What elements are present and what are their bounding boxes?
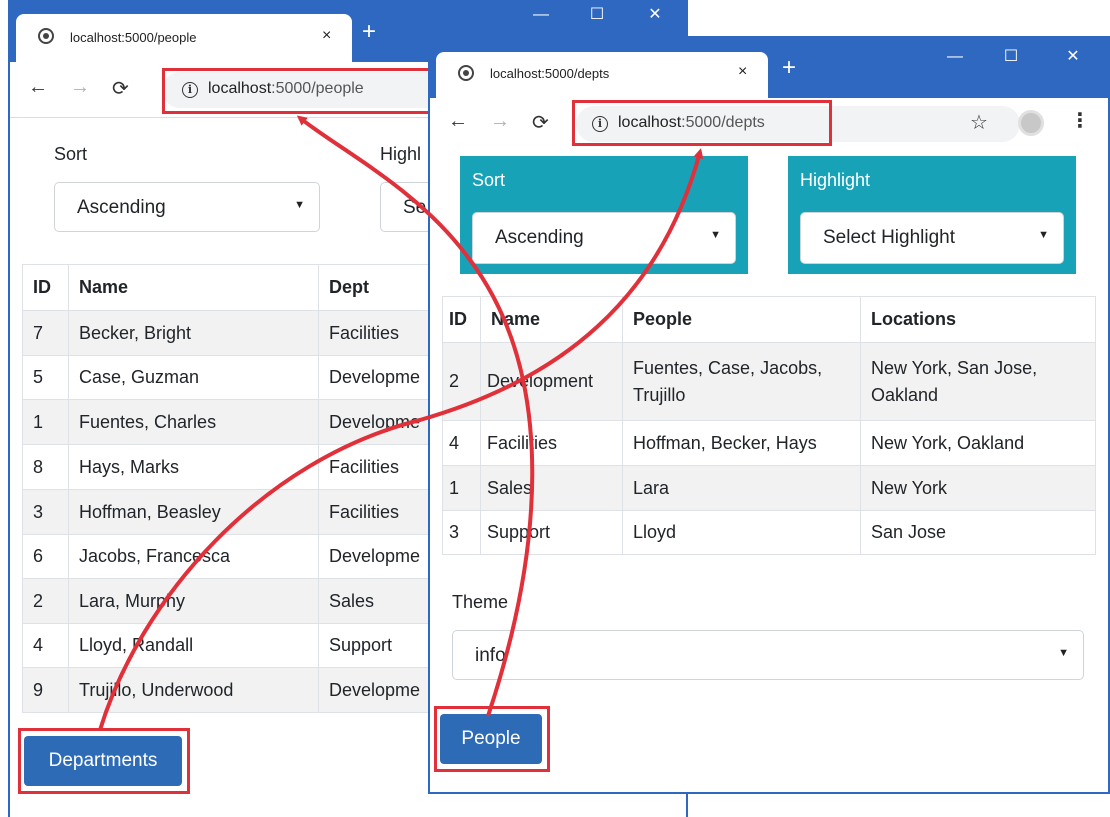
col-header-name: Name: [68, 264, 319, 311]
depts-highlight-panel: Highlight Select Highlight ▼: [788, 156, 1076, 274]
people-button-highlight-box: [434, 706, 550, 772]
people-tab-close-icon[interactable]: ×: [322, 27, 331, 45]
maximize-icon[interactable]: ☐: [996, 46, 1026, 66]
depts-theme-label: Theme: [452, 592, 509, 612]
people-url-highlight-box: [162, 68, 434, 114]
depts-highlight-select[interactable]: Select Highlight ▼: [800, 212, 1064, 264]
depts-sort-select[interactable]: Ascending ▼: [472, 212, 736, 264]
col-header-people: People: [622, 296, 861, 343]
depts-tab-title: localhost:5000/depts: [490, 66, 610, 81]
minimize-icon[interactable]: —: [526, 6, 556, 24]
table-row: 4 Facilities Hoffman, Becker, Hays New York…: [442, 420, 1096, 466]
table-row: 1 Sales Lara New York: [442, 465, 1096, 511]
people-highlight-label: Highl: [380, 144, 422, 164]
globe-icon: [458, 65, 474, 81]
departments-button-highlight-box: [18, 728, 190, 794]
depts-browser-window: localhost:5000/depts × + — ☐ ✕ ← → ⟳ i l…: [428, 36, 1110, 794]
chevron-down-icon: ▼: [294, 199, 305, 211]
depts-sort-label: Sort: [472, 170, 506, 190]
avatar[interactable]: [1018, 110, 1044, 136]
people-tab-title: localhost:5000/people: [70, 30, 197, 45]
depts-tab[interactable]: localhost:5000/depts ×: [436, 52, 768, 98]
maximize-icon[interactable]: ☐: [582, 4, 612, 24]
kebab-menu-icon[interactable]: ⋮: [1070, 108, 1090, 133]
depts-new-tab-button[interactable]: +: [782, 54, 796, 82]
col-header-id: ID: [22, 264, 69, 311]
chevron-down-icon: ▼: [1038, 229, 1049, 241]
forward-arrow-icon[interactable]: →: [490, 110, 510, 133]
star-icon[interactable]: ☆: [970, 110, 988, 135]
minimize-icon[interactable]: —: [940, 48, 970, 66]
depts-tab-close-icon[interactable]: ×: [738, 63, 747, 81]
table-row: 3 Support Lloyd San Jose: [442, 510, 1096, 555]
table-row: 2 Development Fuentes, Case, Jacobs, Truji…: [442, 342, 1096, 421]
back-arrow-icon[interactable]: ←: [448, 110, 468, 133]
depts-url-highlight-box: [572, 100, 832, 146]
people-new-tab-button[interactable]: +: [362, 18, 376, 46]
col-header-locations: Locations: [860, 296, 1096, 343]
reload-icon[interactable]: ⟳: [532, 110, 549, 135]
back-arrow-icon[interactable]: ←: [28, 76, 48, 99]
depts-table: ID Name People Locations 2 Development Fue…: [442, 296, 1096, 555]
depts-sort-panel: Sort Ascending ▼: [460, 156, 748, 274]
people-sort-select[interactable]: Ascending ▼: [54, 182, 320, 232]
col-header-id: ID: [442, 296, 481, 343]
reload-icon[interactable]: ⟳: [112, 76, 129, 101]
chevron-down-icon: ▼: [710, 229, 721, 241]
forward-arrow-icon[interactable]: →: [70, 76, 90, 99]
depts-highlight-label: Highlight: [800, 170, 871, 190]
people-tab[interactable]: localhost:5000/people ×: [16, 14, 352, 62]
close-window-icon[interactable]: ✕: [1058, 46, 1088, 66]
chevron-down-icon: ▼: [1058, 647, 1069, 659]
close-window-icon[interactable]: ✕: [640, 4, 670, 24]
globe-icon: [38, 28, 54, 44]
col-header-name: Name: [480, 296, 623, 343]
depts-theme-select[interactable]: info ▼: [452, 630, 1084, 680]
people-sort-label: Sort: [54, 144, 88, 164]
